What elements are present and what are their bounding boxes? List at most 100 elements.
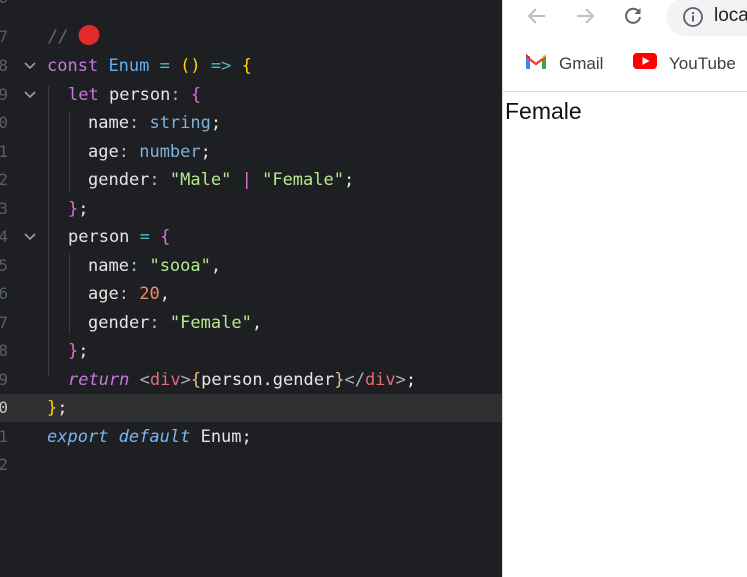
- tag-bracket: <: [139, 370, 150, 390]
- property: name: [88, 256, 129, 276]
- semicolon: ;: [343, 170, 355, 190]
- colon: :: [170, 85, 181, 105]
- code-editor[interactable]: 6 7 // 8 const Enum = () = > { 9 let pers…: [0, 0, 502, 577]
- semicolon: ;: [200, 142, 211, 162]
- reload-button[interactable]: [619, 4, 647, 32]
- property: age: [88, 142, 119, 162]
- jsx-brace: {: [190, 370, 202, 390]
- bookmark-youtube[interactable]: YouTube: [633, 52, 736, 75]
- line-number: 8: [0, 56, 8, 75]
- fold-chevron-icon[interactable]: [20, 85, 40, 105]
- keyword: export: [47, 427, 109, 447]
- brace: {: [160, 227, 171, 247]
- keyword: const: [47, 56, 99, 76]
- keyword: default: [118, 427, 191, 447]
- operator: =: [159, 56, 170, 76]
- tag-bracket: >: [395, 370, 406, 390]
- line-number: 6: [0, 0, 8, 9]
- code-line: 9 let person: {: [0, 81, 502, 109]
- red-circle-emoji-icon: [75, 22, 103, 48]
- address-text[interactable]: loca: [714, 4, 747, 28]
- code-line-active: 0 };: [0, 394, 502, 422]
- forward-button[interactable]: [571, 4, 599, 32]
- code-line: 5 name: "sooa",: [0, 252, 502, 280]
- identifier: Enum: [108, 56, 150, 76]
- line-number: 7: [0, 313, 8, 332]
- brace: {: [241, 56, 252, 76]
- line-number: 2: [0, 455, 8, 474]
- string: "Male": [169, 170, 232, 190]
- page-content: Female: [503, 96, 582, 126]
- keyword: let: [68, 85, 99, 105]
- tag-bracket: </: [344, 370, 365, 390]
- youtube-icon: [633, 52, 657, 75]
- gmail-icon: [525, 52, 547, 75]
- line-number: 2: [0, 170, 8, 189]
- fold-chevron-icon[interactable]: [20, 227, 40, 247]
- code-line: 9 return <div>{person.gender}</div>;: [0, 366, 502, 394]
- colon: :: [149, 170, 160, 190]
- semicolon: ;: [210, 113, 222, 133]
- semicolon: ;: [405, 370, 417, 390]
- line-number: 5: [0, 256, 8, 275]
- property: gender: [88, 313, 150, 333]
- info-icon[interactable]: [682, 6, 704, 33]
- code-line: 2 gender: "Male" | "Female";: [0, 166, 502, 194]
- comma: ,: [210, 256, 222, 276]
- identifier: Enum: [200, 427, 242, 447]
- divider: [503, 91, 747, 92]
- code-line: 0 name: string;: [0, 109, 502, 137]
- tag-name: div: [364, 370, 396, 390]
- line-number: 0: [0, 113, 8, 132]
- code-line: 3 };: [0, 195, 502, 223]
- string: "sooa": [149, 256, 211, 276]
- jsx-brace: }: [334, 370, 345, 390]
- code-line: 2: [0, 451, 502, 479]
- browser-window: loca Gmail YouTube Female: [502, 0, 747, 577]
- colon: :: [118, 284, 129, 304]
- comma: ,: [251, 313, 263, 333]
- identifier: person: [108, 85, 171, 105]
- brace: }: [68, 341, 79, 361]
- code-line: 1 age: number;: [0, 138, 502, 166]
- keyword: return: [68, 370, 130, 390]
- line-number: 7: [0, 27, 8, 46]
- number: 20: [139, 284, 160, 304]
- bookmark-label: Gmail: [559, 53, 604, 73]
- pipe-operator: |: [241, 170, 252, 190]
- line-number: 6: [0, 284, 8, 303]
- colon: :: [118, 142, 129, 162]
- line-number: 1: [0, 427, 8, 446]
- arrow-left-icon: [526, 5, 548, 32]
- property: age: [88, 284, 119, 304]
- operator: =: [139, 227, 150, 247]
- jsx-expression: person.gender: [201, 370, 335, 390]
- bookmark-gmail[interactable]: Gmail: [525, 52, 603, 75]
- fold-chevron-icon[interactable]: [20, 56, 40, 76]
- line-number: 1: [0, 142, 8, 161]
- line-number: 8: [0, 341, 8, 360]
- code-line: 6: [0, 0, 502, 12]
- type: number: [139, 142, 201, 162]
- code-line: 6 age: 20,: [0, 280, 502, 308]
- code-line: 4 person = {: [0, 223, 502, 251]
- parens: (): [180, 56, 201, 76]
- arrow-right-icon: [574, 5, 596, 32]
- bookmarks-bar: Gmail YouTube: [503, 44, 747, 84]
- type: string: [149, 113, 211, 133]
- tag-bracket: >: [180, 370, 191, 390]
- reload-icon: [622, 5, 644, 32]
- property: gender: [88, 170, 150, 190]
- back-button[interactable]: [523, 4, 551, 32]
- address-bar[interactable]: loca: [666, 0, 747, 36]
- brace: }: [68, 199, 79, 219]
- line-number: 9: [0, 85, 8, 104]
- comment-text: //: [48, 27, 69, 47]
- code-line: 8 };: [0, 337, 502, 365]
- brace: }: [47, 398, 58, 418]
- browser-toolbar: loca: [503, 0, 747, 38]
- code-line: 1 export default Enum;: [0, 423, 502, 451]
- semicolon: ;: [57, 398, 68, 418]
- property: name: [88, 113, 129, 133]
- colon: :: [128, 113, 140, 133]
